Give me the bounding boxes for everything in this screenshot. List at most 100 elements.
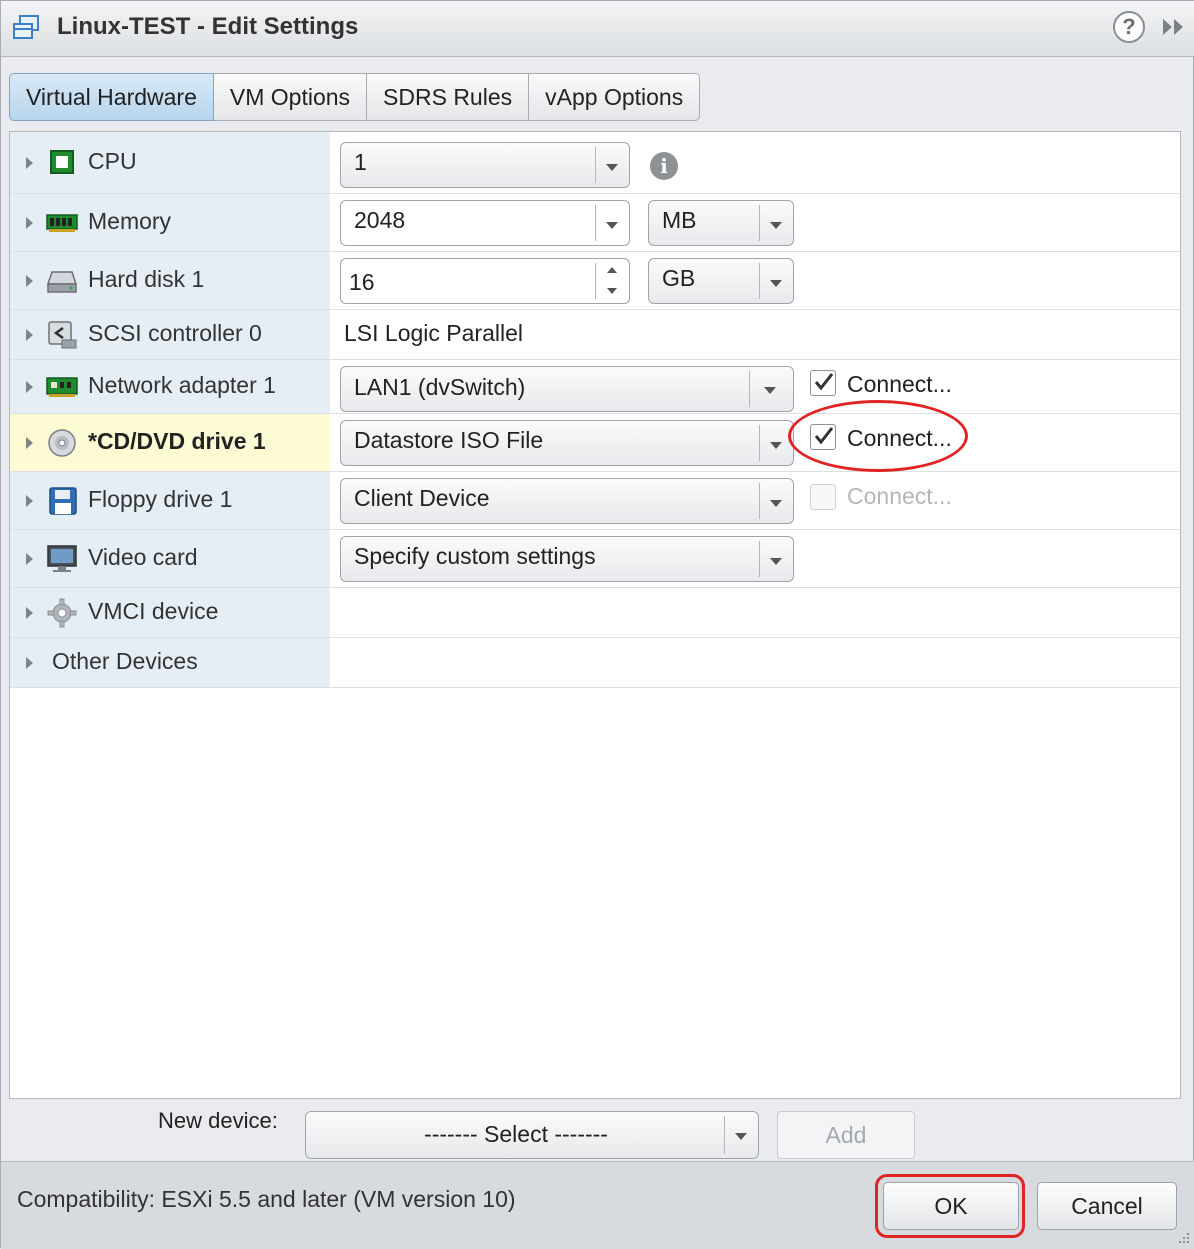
device-label-cell: Other Devices <box>10 638 330 687</box>
expand-arrow-icon[interactable] <box>26 275 33 287</box>
device-label-cell: Video card <box>10 530 330 587</box>
checkmark-icon <box>814 427 834 445</box>
video-card-icon <box>47 545 77 572</box>
network-connect-checkbox[interactable] <box>810 370 836 396</box>
device-row-scsi-controller: SCSI controller 0 LSI Logic Parallel <box>10 310 1180 360</box>
floppy-connect-label: Connect... <box>847 483 952 509</box>
device-row-video-card: Video card Specify custom settings <box>10 530 1180 588</box>
ok-button[interactable]: OK <box>883 1182 1019 1230</box>
scsi-controller-type: LSI Logic Parallel <box>344 320 523 346</box>
spin-down-icon[interactable] <box>607 288 617 294</box>
help-icon[interactable]: ? <box>1113 11 1145 43</box>
device-row-network-adapter: Network adapter 1 LAN1 (dvSwitch) Connec… <box>10 360 1180 414</box>
checkmark-icon <box>814 373 834 391</box>
new-device-value: ------- Select ------- <box>424 1121 608 1147</box>
disk-size-spinner[interactable]: 16 <box>340 258 630 304</box>
device-name: Hard disk 1 <box>88 266 205 292</box>
video-card-value: Specify custom settings <box>354 543 596 569</box>
device-label-cell: Network adapter 1 <box>10 360 330 413</box>
scsi-controller-icon <box>48 321 77 349</box>
device-label-cell: *CD/DVD drive 1 <box>10 414 330 471</box>
spin-up-icon[interactable] <box>607 267 617 273</box>
select-divider <box>759 263 760 299</box>
device-label-cell: CPU <box>10 132 330 193</box>
cd-dvd-connect-label[interactable]: Connect... <box>847 425 952 452</box>
chevron-down-icon <box>770 442 782 449</box>
chevron-down-icon <box>764 387 776 394</box>
tab-vm-options[interactable]: VM Options <box>213 73 368 121</box>
memory-size-value: 2048 <box>354 207 406 233</box>
cd-dvd-media-value: Datastore ISO File <box>354 427 544 453</box>
tab-sdrs-rules[interactable]: SDRS Rules <box>367 73 530 121</box>
dialog-footer: Compatibility: ESXi 5.5 and later (VM ve… <box>1 1161 1194 1249</box>
device-label-cell: Hard disk 1 <box>10 252 330 309</box>
expand-arrow-icon[interactable] <box>26 607 33 619</box>
hard-disk-icon <box>46 271 78 293</box>
expand-arrow-icon[interactable] <box>26 495 33 507</box>
device-name: Video card <box>88 544 198 570</box>
floppy-connect-checkbox <box>810 484 836 510</box>
device-name: SCSI controller 0 <box>88 320 262 346</box>
tab-vapp-options[interactable]: vApp Options <box>529 73 701 121</box>
chevron-down-icon <box>770 558 782 565</box>
cd-dvd-icon <box>48 429 76 457</box>
network-connect-label[interactable]: Connect... <box>847 371 952 398</box>
expand-arrow-icon[interactable] <box>26 217 33 229</box>
cpu-icon <box>50 150 74 174</box>
memory-unit-value: MB <box>662 207 697 233</box>
disk-unit-select[interactable]: GB <box>648 258 794 304</box>
add-device-button[interactable]: Add <box>777 1111 915 1159</box>
resize-grip-icon[interactable] <box>1175 1229 1191 1245</box>
network-value: LAN1 (dvSwitch) <box>354 374 526 400</box>
tab-virtual-hardware[interactable]: Virtual Hardware <box>9 73 214 121</box>
compatibility-text: Compatibility: ESXi 5.5 and later (VM ve… <box>17 1186 516 1212</box>
expand-arrow-icon[interactable] <box>26 157 33 169</box>
floppy-media-select[interactable]: Client Device <box>340 478 794 524</box>
expand-icon[interactable] <box>1159 15 1187 39</box>
gear-icon <box>47 598 77 628</box>
edit-settings-dialog: Linux-TEST - Edit Settings ? Virtual Har… <box>0 0 1194 1249</box>
chevron-down-icon <box>606 164 618 171</box>
network-adapter-icon <box>46 377 78 397</box>
expand-arrow-icon[interactable] <box>26 329 33 341</box>
device-name: Floppy drive 1 <box>88 486 233 512</box>
expand-arrow-icon[interactable] <box>26 437 33 449</box>
video-card-select[interactable]: Specify custom settings <box>340 536 794 582</box>
select-divider <box>595 205 596 241</box>
cd-dvd-media-select[interactable]: Datastore ISO File <box>340 420 794 466</box>
device-label-cell: VMCI device <box>10 588 330 637</box>
select-divider <box>749 371 750 407</box>
device-name: Other Devices <box>52 648 198 674</box>
device-row-other-devices: Other Devices <box>10 638 1180 688</box>
expand-arrow-icon[interactable] <box>26 381 33 393</box>
floppy-icon <box>49 487 77 515</box>
new-device-select[interactable]: ------- Select ------- <box>305 1111 759 1159</box>
chevron-down-icon <box>735 1133 747 1140</box>
memory-unit-select[interactable]: MB <box>648 200 794 246</box>
tab-bar: Virtual Hardware VM Options SDRS Rules v… <box>9 73 701 121</box>
disk-size-value: 16 <box>349 269 375 295</box>
title-bar: Linux-TEST - Edit Settings ? <box>1 1 1194 57</box>
device-label-cell: Floppy drive 1 <box>10 472 330 529</box>
network-select[interactable]: LAN1 (dvSwitch) <box>340 366 794 412</box>
cpu-count-select[interactable]: 1 <box>340 142 630 188</box>
device-name: Network adapter 1 <box>88 372 276 398</box>
cancel-button[interactable]: Cancel <box>1037 1182 1177 1230</box>
info-icon[interactable]: i <box>650 152 678 180</box>
device-label-cell: SCSI controller 0 <box>10 310 330 359</box>
device-label-cell: Memory <box>10 194 330 251</box>
select-divider <box>595 147 596 183</box>
select-divider <box>759 425 760 461</box>
memory-icon <box>46 214 78 232</box>
spinner-divider <box>595 263 596 299</box>
expand-arrow-icon[interactable] <box>26 553 33 565</box>
select-divider <box>724 1116 725 1154</box>
new-device-label: New device: <box>158 1108 278 1133</box>
device-row-hard-disk: Hard disk 1 16 GB <box>10 252 1180 310</box>
device-row-cpu: CPU 1 i <box>10 132 1180 194</box>
cd-dvd-connect-checkbox[interactable] <box>810 424 836 450</box>
virtual-hardware-panel: CPU 1 i Memory 2048 MB Hard disk 1 16 GB… <box>9 131 1181 1099</box>
device-row-vmci: VMCI device <box>10 588 1180 638</box>
memory-size-input[interactable]: 2048 <box>340 200 630 246</box>
expand-arrow-icon[interactable] <box>26 657 33 669</box>
